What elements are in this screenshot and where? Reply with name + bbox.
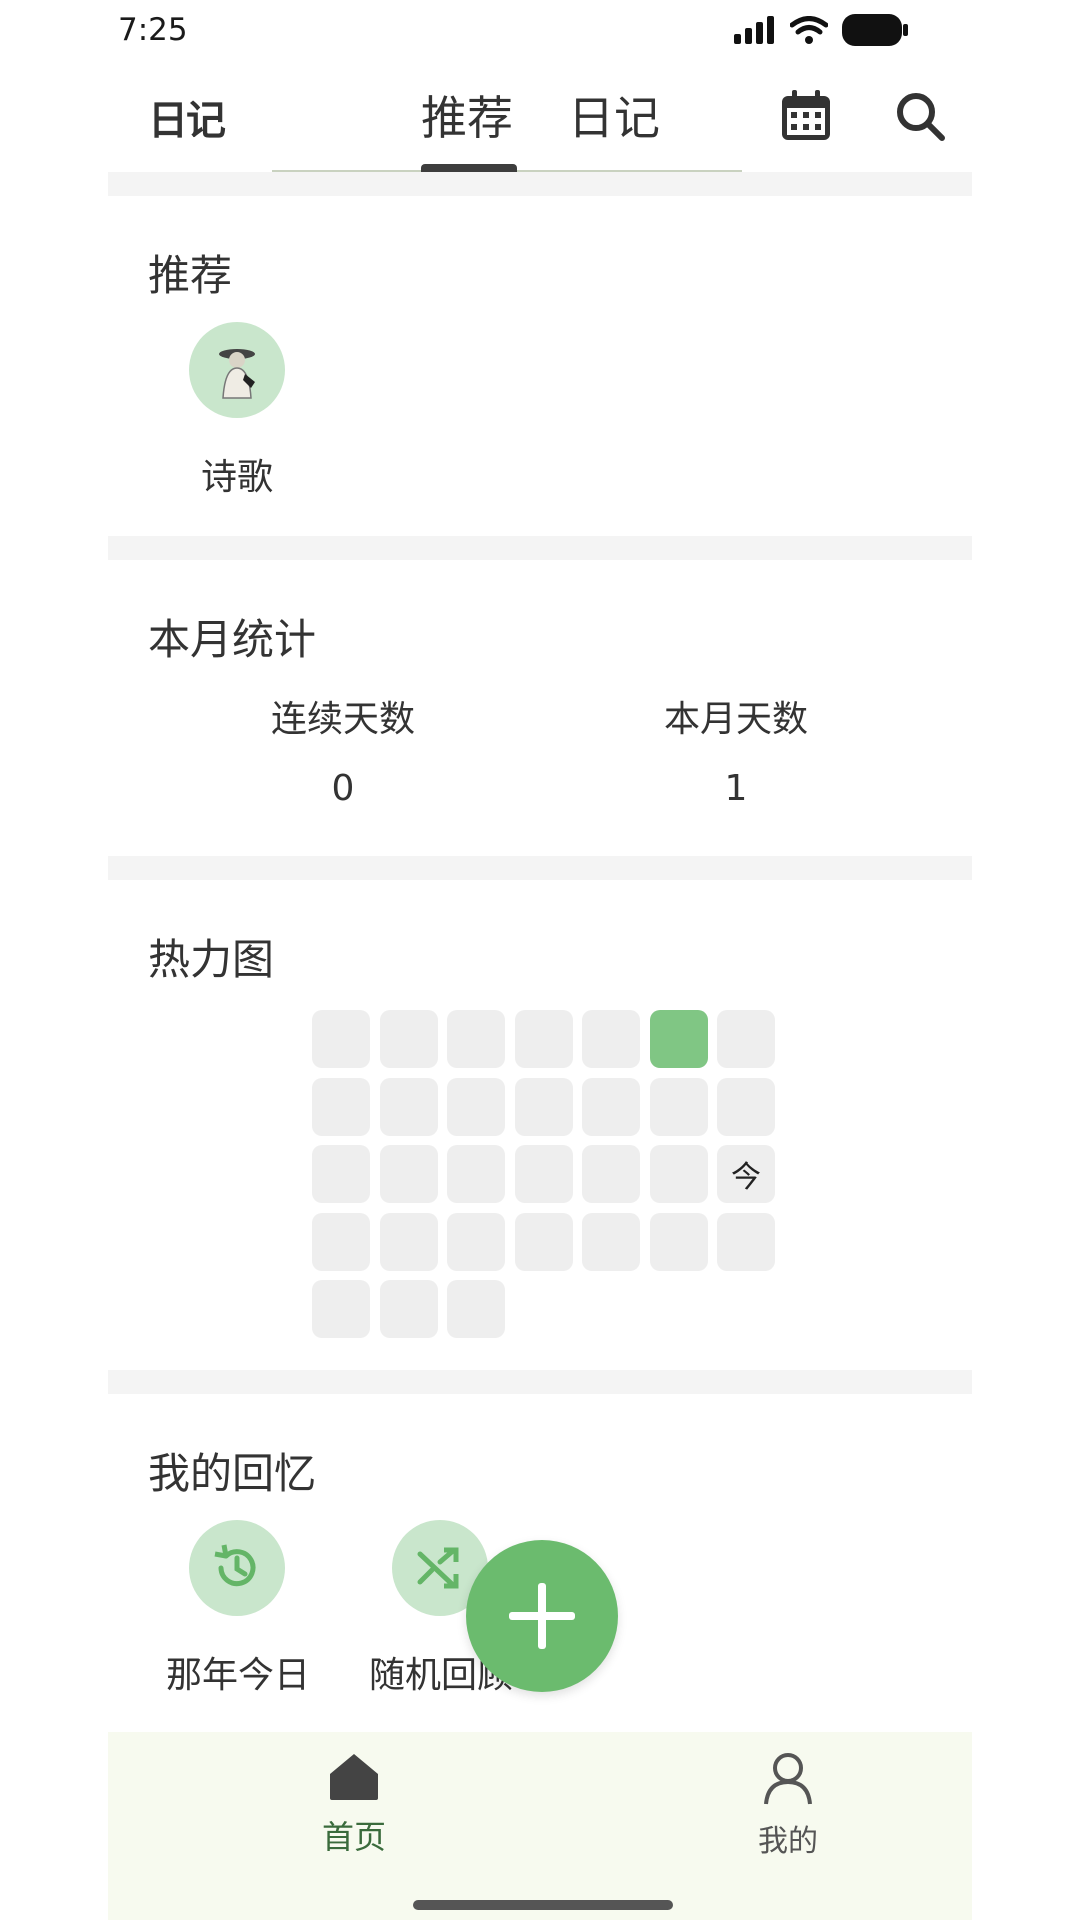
heatmap-cell[interactable] [312,1145,370,1203]
signal-icon [734,16,774,44]
heatmap-cell[interactable] [447,1010,505,1068]
nav-mine[interactable]: 我的 [708,1750,868,1860]
month-days-value: 1 [724,768,748,809]
search-icon[interactable] [892,88,948,144]
heatmap-cell[interactable] [649,1010,708,1068]
heatmap-cell[interactable] [582,1145,640,1203]
recommend-title: 推荐 [148,251,233,300]
home-indicator [413,1900,673,1910]
poet-avatar-image [219,349,255,399]
on-this-day-label[interactable]: 那年今日 [148,1646,328,1698]
heatmap-cell[interactable] [379,1010,438,1068]
heatmap-cell[interactable] [649,1077,708,1136]
heatmap-cell[interactable] [649,1212,708,1271]
streak-value: 0 [331,768,355,809]
heatmap-cell[interactable] [582,1077,640,1136]
heatmap-cell[interactable] [514,1077,573,1136]
heatmap-cell[interactable] [312,1212,370,1271]
heatmap-cell[interactable] [514,1145,573,1203]
section-divider [108,1370,972,1394]
add-diary-button[interactable] [466,1540,618,1692]
heatmap-cell[interactable] [514,1212,573,1271]
heatmap-cell[interactable] [649,1145,708,1203]
section-divider [108,536,972,560]
battery-icon [842,14,908,46]
heatmap-cell[interactable] [447,1077,505,1136]
heatmap-cell[interactable] [717,1212,775,1271]
heatmap-cell[interactable] [379,1145,438,1203]
tab-indicator [421,164,517,172]
shuffle-icon [417,1547,459,1589]
heatmap-cell[interactable] [582,1212,640,1271]
heatmap-cell[interactable] [717,1010,775,1068]
calendar-icon[interactable] [778,88,834,144]
heatmap-cell[interactable] [514,1010,573,1068]
status-bar: 7:25 [0,0,1080,60]
plus-icon [509,1583,575,1649]
app-logo: 日记 [148,98,226,144]
nav-mine-label: 我的 [758,1824,818,1859]
memories-title: 我的回忆 [148,1449,317,1498]
poetry-avatar[interactable] [189,322,285,418]
on-this-day-button[interactable] [189,1520,285,1616]
monthly-stats-section: 本月统计 连续天数 0 本月天数 1 [108,560,972,856]
person-icon [764,1753,812,1805]
section-divider [108,856,972,880]
home-icon [330,1754,378,1800]
recommend-section: 推荐 诗歌 [108,196,972,536]
nav-home-label: 首页 [321,1818,386,1856]
tab-recommend[interactable]: 推荐 [421,82,513,148]
heatmap-cell-today[interactable]: 今 [717,1145,775,1203]
heatmap-cell[interactable] [717,1077,775,1136]
status-time: 7:25 [118,12,188,48]
heatmap-cell[interactable] [312,1280,370,1338]
month-days-label: 本月天数 [663,699,808,740]
history-icon [214,1544,256,1587]
monthly-stats-title: 本月统计 [148,615,317,664]
heatmap-cell[interactable] [447,1145,505,1203]
heatmap-cell[interactable] [379,1077,438,1136]
app-header: 日记 推荐 日记 [108,60,972,172]
wifi-icon [790,16,828,44]
tab-diary[interactable]: 日记 [568,82,660,148]
heatmap-cell[interactable] [447,1280,505,1338]
heatmap-cell[interactable] [447,1212,505,1271]
heatmap-section: 热力图 今 [108,880,972,1370]
heatmap-title: 热力图 [148,935,275,984]
nav-home[interactable]: 首页 [274,1750,434,1858]
heatmap-cell[interactable] [582,1010,640,1068]
status-icons [734,14,908,46]
heatmap-cell[interactable] [312,1010,370,1068]
heatmap-cell[interactable] [379,1280,438,1338]
heatmap-cell[interactable] [379,1212,438,1271]
heatmap-cell[interactable] [312,1077,370,1136]
poetry-label[interactable]: 诗歌 [177,448,297,500]
streak-label: 连续天数 [270,699,415,740]
bottom-nav: 首页 我的 [108,1732,972,1920]
section-divider [108,172,972,196]
